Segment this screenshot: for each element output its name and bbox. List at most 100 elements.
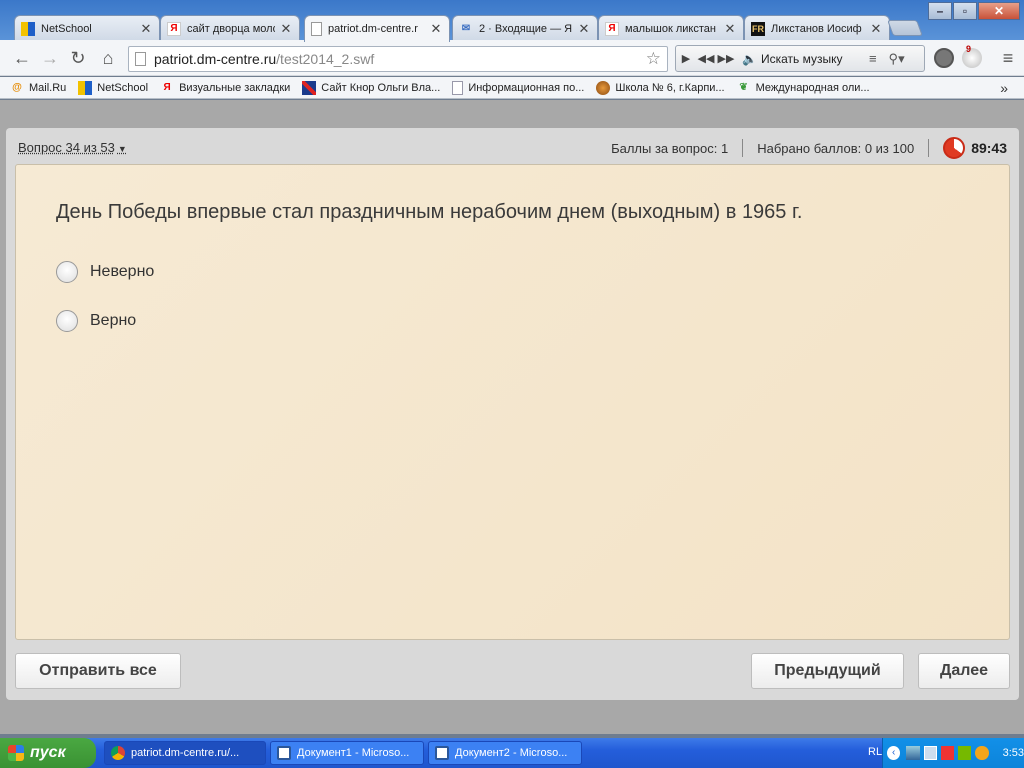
question-text: День Победы впервые стал праздничным нер… [56,201,803,223]
url-host: patriot.dm-centre.ru [154,51,277,67]
forward-arrow-icon[interactable]: → [40,48,60,68]
close-icon[interactable]: ✕ [723,21,737,37]
star-icon[interactable]: ☆ [646,49,661,69]
tab-title: сайт дворца моло [187,22,275,35]
maximize-button[interactable]: ▫ [953,2,977,20]
question-selector[interactable]: Вопрос 34 из 53 ▼ [18,140,127,155]
page-content: Вопрос 34 из 53 ▼ Баллы за вопрос: 1 Набр… [0,100,1024,734]
taskbar-item-word-1[interactable]: Документ1 - Microso... [270,741,424,765]
page-icon [135,52,146,66]
minimize-button[interactable]: – [928,2,952,20]
question-selector-label: Вопрос 34 из 53 [18,140,115,155]
score-bar: Баллы за вопрос: 1 Набрано баллов: 0 из … [611,137,1007,159]
tab-likstanov[interactable]: FR Ликстанов Иосиф ✕ [744,15,890,41]
bookmark-label: Информационная по... [468,81,585,94]
netschool-icon [78,80,93,95]
bookmarks-bar: @ Mail.Ru NetSchool Я Визуальные закладки … [0,77,1024,99]
previous-button[interactable]: Предыдущий [751,653,904,689]
bookmark-netschool[interactable]: NetSchool [78,80,149,95]
tab-title: patriot.dm-centre.r [328,23,418,35]
question-card: День Победы впервые стал праздничным нер… [15,164,1010,640]
display-icon[interactable] [940,746,955,760]
home-icon[interactable]: ⌂ [98,48,118,68]
radio-button[interactable] [56,261,78,283]
badge-count: 9 [966,44,972,54]
rewind-icon[interactable]: ◀◀ [696,52,716,65]
tab-patriot[interactable]: patriot.dm-centre.r ✕ [304,15,450,42]
language-indicator[interactable]: RL [868,746,882,758]
speaker-icon[interactable]: 🔈 [742,52,757,66]
close-window-button[interactable]: ✕ [978,2,1020,20]
bookmark-info[interactable]: Информационная по... [452,80,585,95]
tab-title: малышок ликстан [625,22,716,35]
play-icon[interactable]: ▶ [676,52,696,65]
monitor-icon[interactable] [923,746,937,760]
yandex-icon: Я [605,21,619,36]
radio-button[interactable] [56,310,78,332]
timer-value: 89:43 [971,140,1007,156]
tab-title: Ликстанов Иосиф [771,22,862,35]
bookmark-label: Международная оли... [755,81,870,94]
bookmark-label: Mail.Ru [29,81,67,94]
start-button[interactable]: пуск [0,738,96,768]
tab-dvorets[interactable]: Я сайт дворца моло ✕ [160,15,300,41]
tab-inbox[interactable]: ✉ 2 · Входящие — Я ✕ [452,15,598,41]
url-path: /test2014_2.swf [276,51,375,67]
extension-icon[interactable] [934,48,954,68]
bookmark-label: Визуальные закладки [179,81,291,94]
answer-option-false[interactable]: Неверно [56,261,154,283]
close-icon[interactable]: ✕ [577,21,591,37]
chrome-menu-icon[interactable]: ≡ [998,48,1018,68]
caret-down-icon: ▼ [117,144,127,154]
address-bar[interactable]: patriot.dm-centre.ru/test2014_2.swf ☆ [128,46,668,72]
chrome-icon [111,746,125,760]
bookmark-label: NetSchool [97,81,149,94]
extension-badge-icon[interactable]: 9 [962,44,982,68]
menu-icon[interactable]: ≡ [869,51,877,66]
points-for-question: Баллы за вопрос: 1 [611,140,729,156]
bookmark-olympiad[interactable]: ❦ Международная оли... [737,81,870,95]
task-label: patriot.dm-centre.ru/... [131,747,240,759]
nvidia-icon[interactable] [958,746,972,760]
tray-expand-icon[interactable]: ‹ [887,746,901,760]
next-button[interactable]: Далее [918,653,1010,689]
bookmarks-overflow-button[interactable]: » [1000,80,1008,96]
tab-title: NetSchool [41,22,92,35]
antivirus-icon[interactable] [975,746,989,760]
network-icon[interactable] [906,746,920,760]
clock[interactable]: 3:53 [1003,747,1024,759]
answer-option-true[interactable]: Верно [56,310,136,332]
mailru-icon: @ [12,82,22,93]
mail-icon: ✉ [461,23,471,34]
task-label: Документ1 - Microso... [297,747,410,759]
browser-toolbar: ← → ↻ ⌂ patriot.dm-centre.ru/test2014_2.… [0,40,1024,76]
new-tab-button[interactable] [887,20,923,36]
fast-forward-icon[interactable]: ▶▶ [716,52,736,65]
fr-icon: FR [751,21,765,36]
music-search-input[interactable]: Искать музыку [761,52,861,66]
bookmark-knor[interactable]: Сайт Кнор Ольги Вла... [302,80,441,95]
taskbar: пуск patriot.dm-centre.ru/... Документ1 … [0,738,1024,768]
doc-icon [452,80,464,95]
close-icon[interactable]: ✕ [279,21,293,37]
reload-icon[interactable]: ↻ [68,48,88,68]
close-icon[interactable]: ✕ [139,21,153,37]
search-icon[interactable]: ⚲▾ [889,51,905,67]
taskbar-item-word-2[interactable]: Документ2 - Microso... [428,741,582,765]
start-label: пуск [30,744,66,761]
back-arrow-icon[interactable]: ← [12,48,32,68]
yandex-icon: Я [167,21,181,36]
school-icon [596,80,611,95]
bookmark-visual[interactable]: Я Визуальные закладки [160,81,290,95]
submit-all-button[interactable]: Отправить все [15,653,181,689]
close-icon[interactable]: ✕ [869,21,883,37]
bookmark-label: Сайт Кнор Ольги Вла... [321,81,441,94]
tab-malyshok[interactable]: Я малышок ликстан ✕ [598,15,744,41]
tab-netschool[interactable]: NetSchool ✕ [14,15,160,41]
task-label: Документ2 - Microso... [455,747,568,759]
bookmark-school[interactable]: Школа № 6, г.Карпи... [596,80,725,95]
word-icon [435,746,449,760]
close-icon[interactable]: ✕ [429,21,443,37]
taskbar-item-chrome[interactable]: patriot.dm-centre.ru/... [104,741,266,765]
bookmark-mailru[interactable]: @ Mail.Ru [10,81,66,95]
